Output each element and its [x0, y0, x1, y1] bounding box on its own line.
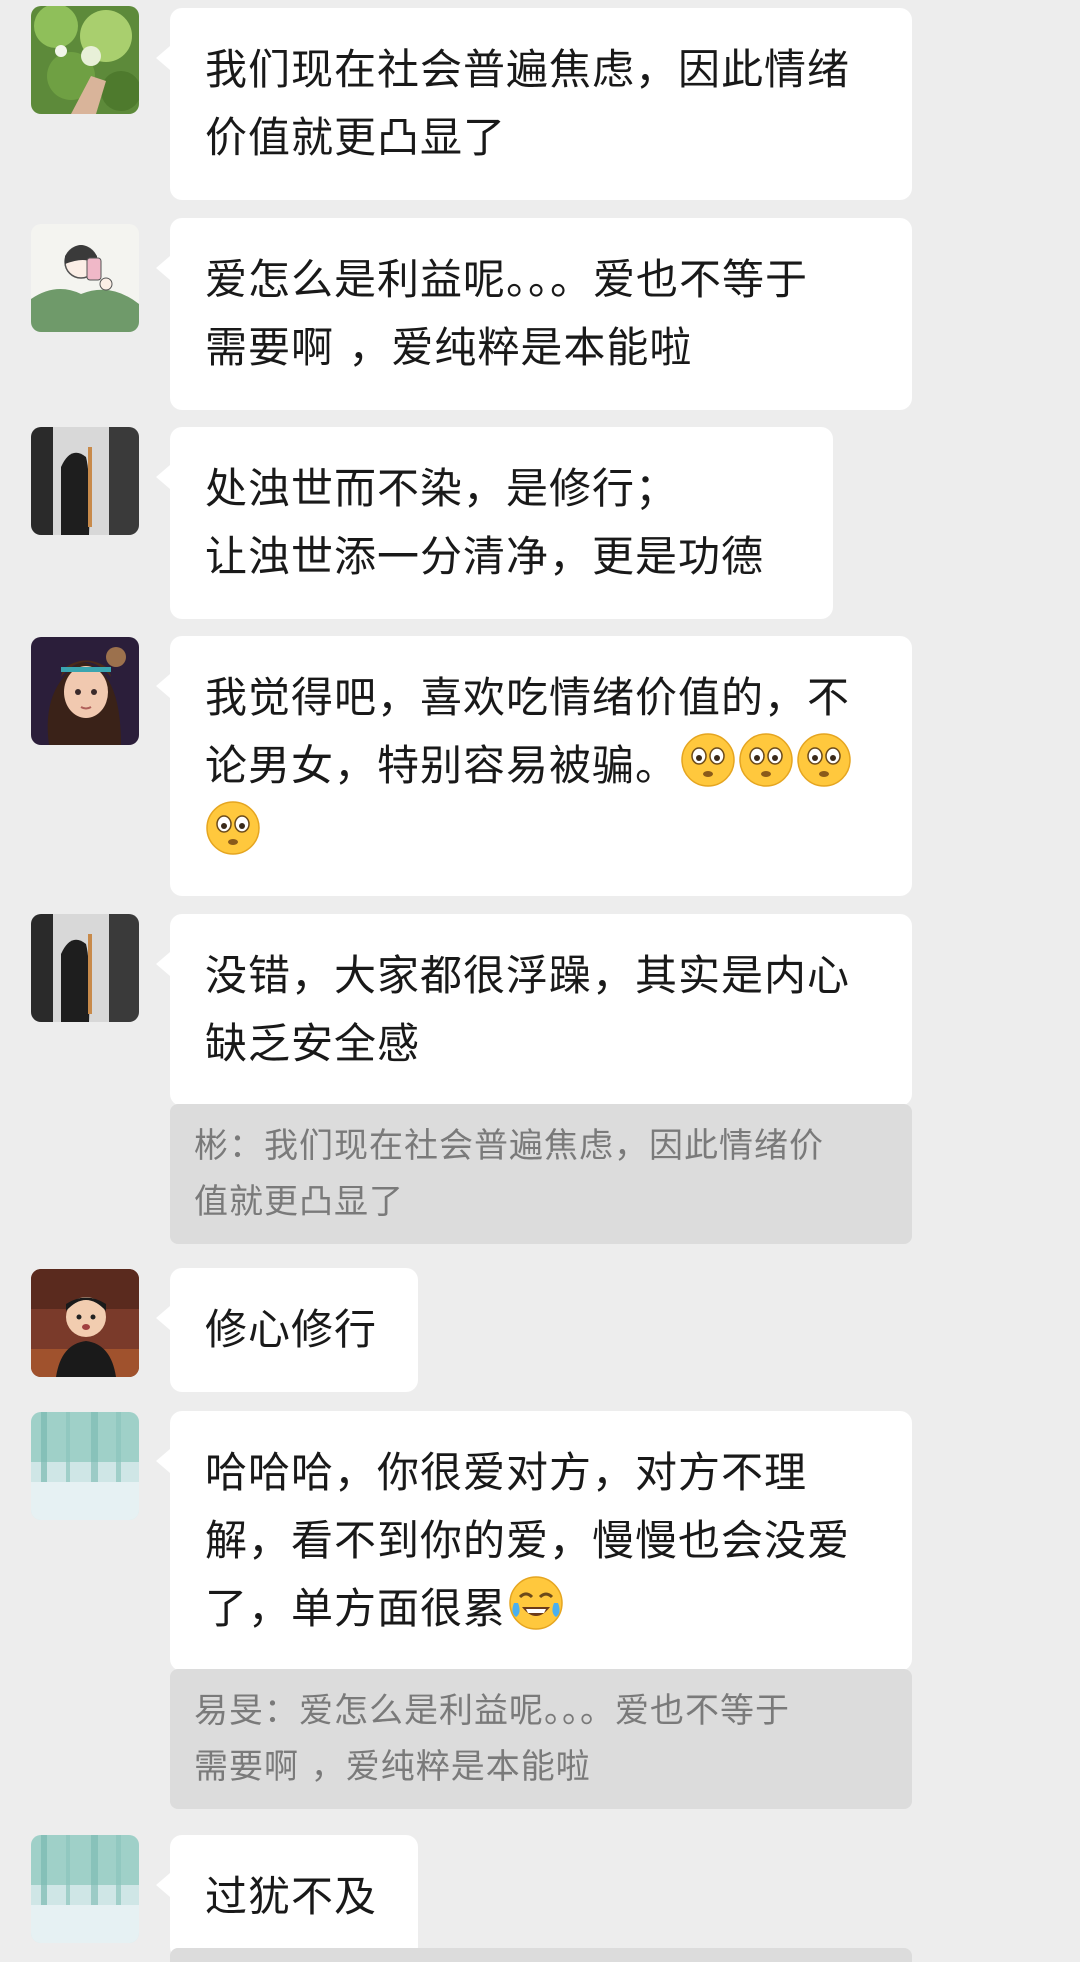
chat-bubble[interactable]: 修心修行 [156, 1268, 418, 1392]
chat-bubble[interactable]: 哈哈哈，你很爱对方，对方不理 解，看不到你的爱，慢慢也会没爱 了，单方面很累 [156, 1411, 912, 1671]
quote-text: 易旻：爱怎么是利益呢。。。爱也不等于 [194, 1691, 790, 1731]
flushed-face-emoji [680, 732, 736, 788]
message-text: 哈哈哈，你很爱对方，对方不理 [205, 1448, 808, 1497]
quoted-reply-partial [170, 1948, 912, 1962]
avatar-blue-watercolor[interactable] [31, 1412, 139, 1520]
flushed-face-emoji [205, 800, 261, 856]
message-text: 缺乏安全感 [205, 1019, 421, 1068]
chat-bubble[interactable]: 我们现在社会普遍焦虑，因此情绪 价值就更凸显了 [156, 8, 912, 200]
message-text: 没错，大家都很浮躁，其实是内心 [205, 951, 851, 1000]
message-text: 解，看不到你的爱，慢慢也会没爱 [205, 1516, 851, 1565]
chat-bubble[interactable]: 爱怎么是利益呢。。。爱也不等于 需要啊 ，爱纯粹是本能啦 [156, 218, 912, 410]
message-text: 让浊世添一分清净，更是功德 [205, 532, 765, 581]
quoted-reply[interactable]: 易旻：爱怎么是利益呢。。。爱也不等于 需要啊 ，爱纯粹是本能啦 [170, 1669, 912, 1809]
message-line [205, 800, 880, 868]
quoted-reply[interactable]: 彬：我们现在社会普遍焦虑，因此情绪价 值就更凸显了 [170, 1104, 912, 1244]
message-text: 论男女，特别容易被骗。 [205, 741, 679, 790]
avatar-dark-silhouette[interactable] [31, 914, 139, 1022]
avatar-dark-silhouette[interactable] [31, 427, 139, 535]
message-text: 过犹不及 [205, 1872, 378, 1921]
chat-bubble[interactable]: 没错，大家都很浮躁，其实是内心 缺乏安全感 [156, 914, 912, 1106]
chat-bubble[interactable]: 过犹不及 [156, 1835, 418, 1959]
avatar-blue-watercolor[interactable] [31, 1835, 139, 1943]
message-text: 爱怎么是利益呢。。。爱也不等于 [205, 255, 809, 304]
quote-text: 彬：我们现在社会普遍焦虑，因此情绪价 [194, 1126, 824, 1166]
message-line: 论男女，特别容易被骗。 [205, 732, 880, 800]
flushed-face-emoji [738, 732, 794, 788]
avatar-anime-girl[interactable] [31, 637, 139, 745]
chat-bubble[interactable]: 处浊世而不染，是修行； 让浊世添一分清净，更是功德 [156, 427, 833, 619]
quote-text: 需要啊 ，爱纯粹是本能啦 [194, 1747, 591, 1787]
message-text: 需要啊 ，爱纯粹是本能啦 [205, 323, 693, 372]
message-text: 处浊世而不染，是修行； [205, 464, 679, 513]
flushed-face-emoji [796, 732, 852, 788]
chat-bubble[interactable]: 我觉得吧，喜欢吃情绪价值的，不 论男女，特别容易被骗。 [156, 636, 912, 896]
avatar-green-leaves[interactable] [31, 6, 139, 114]
message-text: 修心修行 [205, 1305, 378, 1354]
avatar-child-photo[interactable] [31, 1269, 139, 1377]
message-text: 我觉得吧，喜欢吃情绪价值的，不 [205, 673, 851, 722]
tears-of-joy-emoji [508, 1575, 564, 1631]
quote-text: 值就更凸显了 [194, 1182, 404, 1222]
message-line: 了，单方面很累 [205, 1575, 880, 1643]
message-text: 了，单方面很累 [205, 1584, 507, 1633]
message-text: 价值就更凸显了 [205, 113, 507, 162]
avatar-sketch-girl-selfie[interactable] [31, 224, 139, 332]
message-text: 我们现在社会普遍焦虑，因此情绪 [205, 45, 851, 94]
